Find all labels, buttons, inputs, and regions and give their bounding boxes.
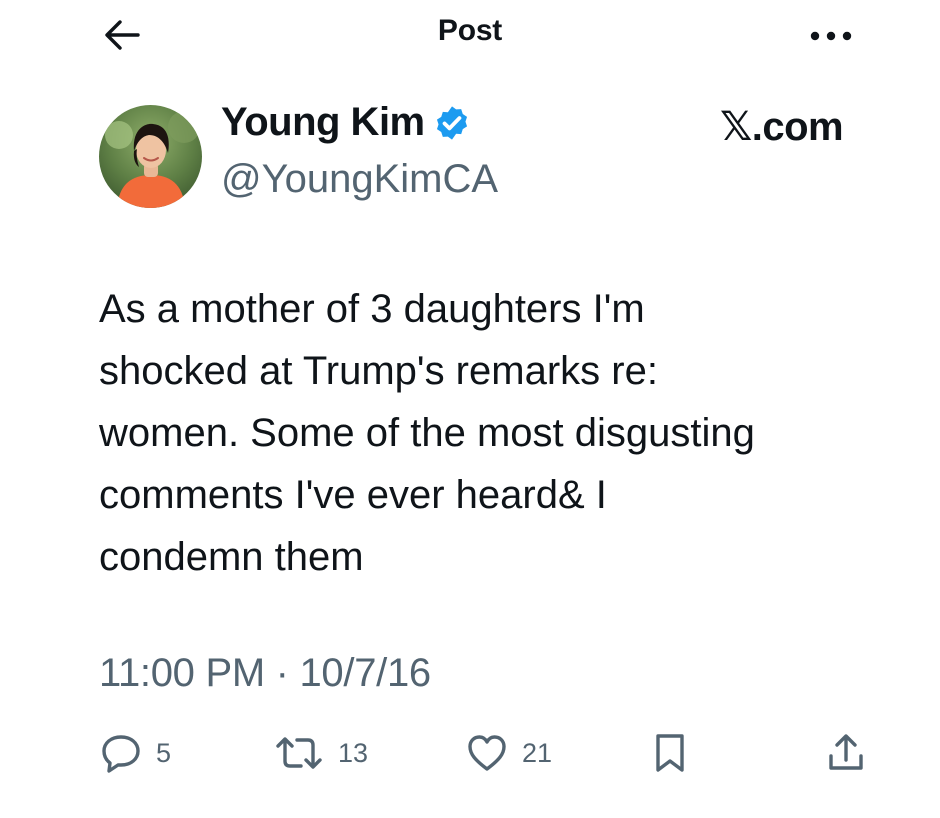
more-horizontal-icon	[810, 31, 852, 41]
more-options-button[interactable]	[808, 26, 854, 46]
avatar-photo	[99, 105, 202, 208]
reply-count: 5	[156, 737, 172, 768]
retweet-icon	[276, 737, 322, 769]
retweet-count: 13	[338, 737, 369, 768]
bookmark-icon	[656, 734, 684, 772]
avatar[interactable]	[99, 105, 202, 208]
like-count: 21	[522, 737, 553, 768]
page-title: Post	[437, 14, 503, 47]
share-icon	[829, 734, 863, 770]
top-bar: Post	[0, 0, 940, 70]
post-text-line: comments I've ever heard& I	[99, 473, 607, 517]
brand-watermark: 𝕏.com	[720, 105, 844, 149]
author-handle[interactable]: @YoungKimCA	[221, 157, 498, 202]
post-text: As a mother of 3 daughters I'm shocked a…	[99, 278, 889, 588]
post-text-line: condemn them	[99, 535, 364, 579]
bookmark-button[interactable]	[654, 731, 686, 775]
share-button[interactable]	[826, 731, 866, 775]
author-name-row[interactable]: Young Kim	[221, 100, 471, 145]
author-name: Young Kim	[221, 100, 425, 144]
reply-icon	[102, 735, 140, 773]
post-text-line: As a mother of 3 daughters I'm	[99, 287, 645, 331]
like-button[interactable]: 21	[466, 731, 552, 775]
verified-badge-icon	[433, 104, 471, 142]
post-text-line: shocked at Trump's remarks re:	[99, 349, 658, 393]
heart-icon	[468, 735, 506, 771]
retweet-button[interactable]: 13	[274, 731, 368, 775]
reply-button[interactable]: 5	[100, 731, 171, 775]
post-timestamp[interactable]: 11:00 PM · 10/7/16	[99, 651, 431, 696]
post-text-line: women. Some of the most disgusting	[99, 411, 755, 455]
